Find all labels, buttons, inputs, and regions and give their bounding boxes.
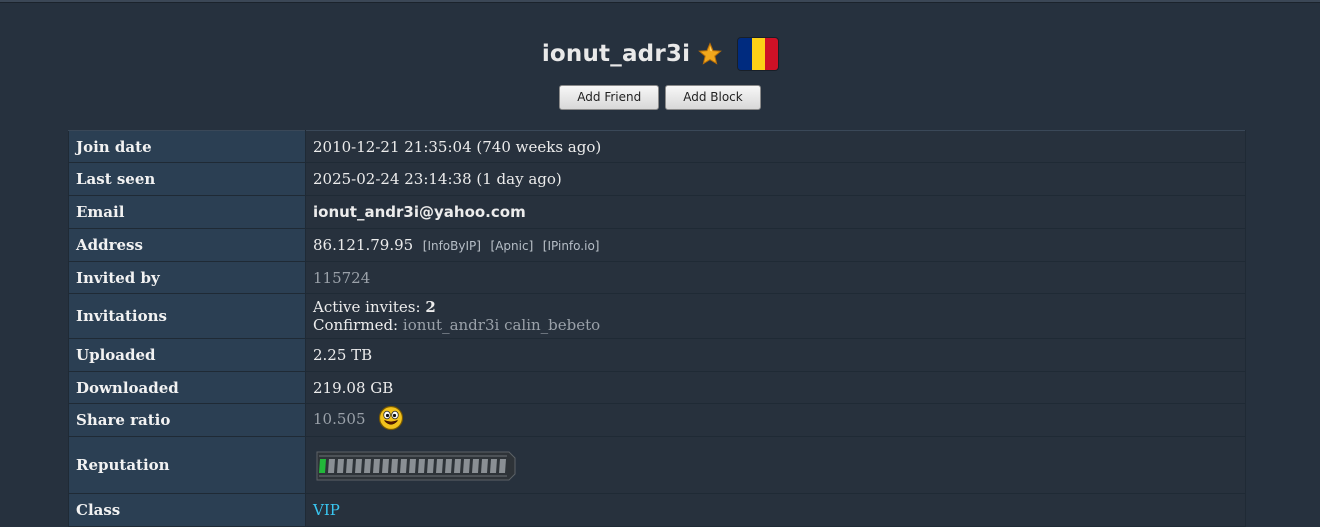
apnic-link[interactable]: Apnic [495, 239, 528, 253]
table-row-join-date: Join date 2010-12-21 21:35:04 (740 weeks… [68, 130, 1246, 163]
reputation-segment-empty [373, 459, 380, 473]
confirmed-user-link[interactable]: calin_bebeto [504, 316, 600, 334]
reputation-segment-filled [319, 459, 326, 473]
reputation-segment-empty [382, 459, 389, 473]
address-value: 86.121.79.95 [InfoByIP] [Apnic] [IPinfo.… [305, 228, 1246, 262]
confirmed-user-link[interactable]: ionut_andr3i [403, 316, 499, 334]
row-label: Class [68, 493, 306, 527]
table-row-downloaded: Downloaded 219.08 GB [68, 371, 1246, 404]
row-label: Join date [68, 130, 306, 163]
class-value: VIP [305, 493, 1246, 527]
table-row-class: Class VIP [68, 493, 1246, 527]
ip-address: 86.121.79.95 [313, 236, 414, 254]
class-link[interactable]: VIP [313, 501, 340, 519]
share-ratio-number: 10.505 [313, 410, 366, 428]
row-label: Invitations [68, 293, 306, 339]
join-date-value: 2010-12-21 21:35:04 (740 weeks ago) [305, 130, 1246, 163]
row-label: Email [68, 195, 306, 229]
reputation-segment-empty [337, 459, 344, 473]
share-ratio-value: 10.505 [305, 403, 1246, 437]
reputation-segment-empty [355, 459, 362, 473]
profile-header: ionut_adr3i [0, 38, 1320, 70]
page-title: ionut_adr3i [541, 41, 691, 67]
table-row-address: Address 86.121.79.95 [InfoByIP] [Apnic] … [68, 228, 1246, 262]
add-friend-button[interactable]: Add Friend [559, 85, 660, 110]
active-invites: Active invites: 2 [313, 298, 436, 316]
ipinfo-link[interactable]: IPinfo.io [547, 239, 594, 253]
row-label: Share ratio [68, 403, 306, 437]
table-row-reputation: Reputation [68, 436, 1246, 494]
reputation-segment-empty [472, 459, 479, 473]
reputation-segment-empty [427, 459, 434, 473]
downloaded-value: 219.08 GB [305, 371, 1246, 404]
star-icon [698, 42, 723, 66]
row-label: Uploaded [68, 338, 306, 372]
table-row-last-seen: Last seen 2025-02-24 23:14:38 (1 day ago… [68, 162, 1246, 196]
last-seen-value: 2025-02-24 23:14:38 (1 day ago) [305, 162, 1246, 196]
table-row-invitations: Invitations Active invites: 2 Confirmed:… [68, 293, 1246, 339]
username-row: ionut_adr3i [541, 38, 779, 70]
reputation-segment-empty [346, 459, 353, 473]
reputation-segment-empty [445, 459, 452, 473]
row-label: Downloaded [68, 371, 306, 404]
reputation-segment-empty [391, 459, 398, 473]
reputation-segment-empty [328, 459, 335, 473]
table-row-share-ratio: Share ratio 10.505 [68, 403, 1246, 437]
reputation-segment-empty [481, 459, 488, 473]
reputation-value [305, 436, 1246, 494]
row-label: Last seen [68, 162, 306, 196]
active-invites-count: 2 [425, 298, 436, 316]
top-border [0, 0, 1320, 3]
table-row-invited-by: Invited by 115724 [68, 261, 1246, 294]
confirmed-invites: Confirmed: ionut_andr3i calin_bebeto [313, 316, 601, 334]
invited-by-value: 115724 [305, 261, 1246, 294]
happy-smiley-icon [378, 405, 404, 435]
reputation-bar [316, 451, 516, 481]
invitations-value: Active invites: 2 Confirmed: ionut_andr3… [305, 293, 1246, 339]
profile-info-table: Join date 2010-12-21 21:35:04 (740 weeks… [68, 130, 1246, 527]
email-value: ionut_andr3i@yahoo.com [305, 195, 1246, 229]
romania-flag-icon [738, 38, 779, 70]
reputation-segment-empty [364, 459, 371, 473]
reputation-segment-empty [409, 459, 416, 473]
infobyip-link[interactable]: InfoByIP [427, 239, 476, 253]
reputation-segment-empty [400, 459, 407, 473]
uploaded-value: 2.25 TB [305, 338, 1246, 372]
profile-actions: Add Friend Add Block [0, 85, 1320, 110]
add-block-button[interactable]: Add Block [665, 85, 761, 110]
row-label: Invited by [68, 261, 306, 294]
reputation-segment-empty [436, 459, 443, 473]
email-address: ionut_andr3i@yahoo.com [313, 203, 526, 221]
table-row-uploaded: Uploaded 2.25 TB [68, 338, 1246, 372]
reputation-segment-empty [418, 459, 425, 473]
table-row-email: Email ionut_andr3i@yahoo.com [68, 195, 1246, 229]
inviter-link[interactable]: 115724 [313, 269, 370, 287]
reputation-segment-empty [499, 459, 506, 473]
row-label: Address [68, 228, 306, 262]
reputation-segment-empty [490, 459, 497, 473]
reputation-segment-empty [463, 459, 470, 473]
row-label: Reputation [68, 436, 306, 494]
reputation-segment-empty [454, 459, 461, 473]
